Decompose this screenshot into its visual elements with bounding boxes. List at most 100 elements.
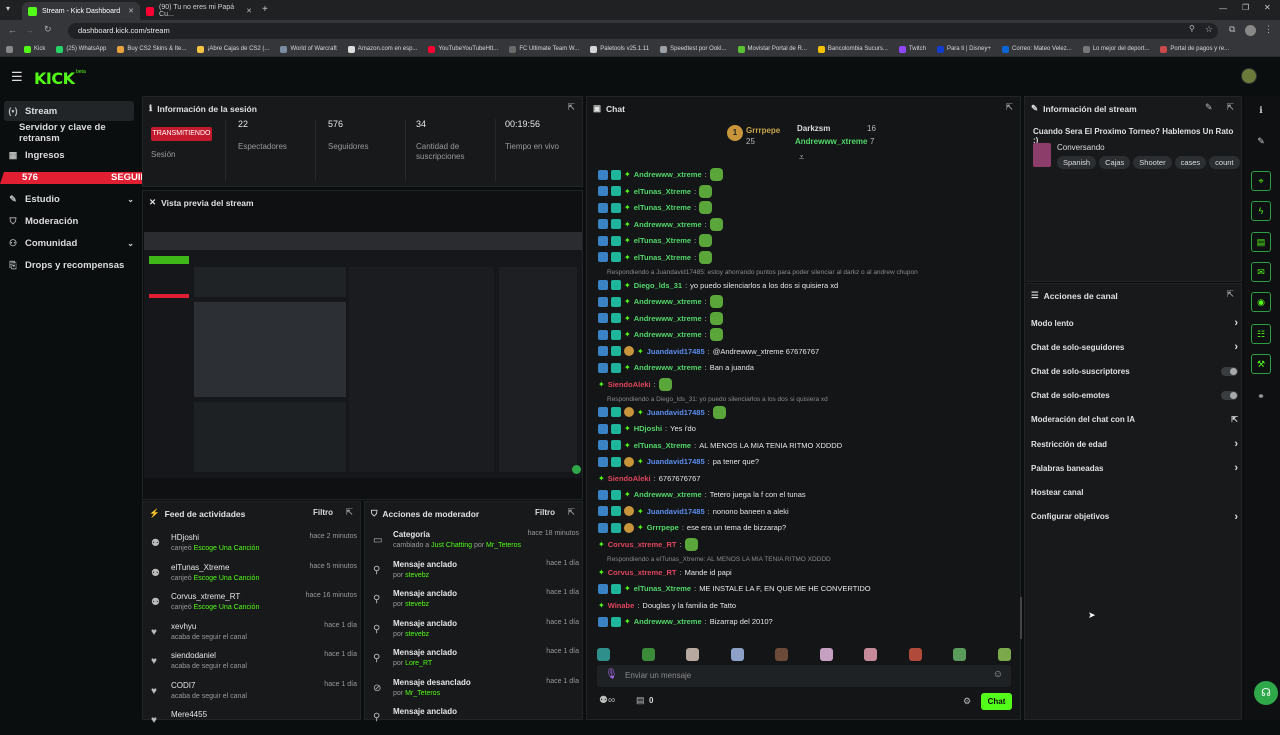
chat-message[interactable]: ✦ Grrrpepe: ese era un tema de bizzarap? — [598, 521, 786, 535]
chat-message[interactable]: ✦ Andrewww_xtreme: — [598, 168, 723, 182]
bookmark-item[interactable]: Bancolombia Sucurs... — [817, 45, 888, 53]
channel-action-1[interactable]: Chat de solo-seguidores › — [1031, 336, 1238, 358]
chat-username[interactable]: Andrewww_xtreme — [634, 170, 702, 179]
leader-name[interactable]: Andrewww_xtreme — [795, 137, 867, 146]
minimize-icon[interactable]: — — [1219, 4, 1227, 13]
hamburger-menu-icon[interactable]: ☰ — [11, 69, 23, 85]
reload-icon[interactable]: ↻ — [44, 24, 52, 35]
kick-logo[interactable]: KICK — [34, 69, 75, 88]
chat-bubble-icon[interactable]: ✉ — [1251, 262, 1271, 282]
quick-emote-icon[interactable] — [597, 648, 610, 661]
sidebar-item-moderation[interactable]: ⛉ Moderación — [8, 211, 79, 231]
bookmark-item[interactable]: FC Ultimate Team W... — [509, 45, 579, 53]
chat-message[interactable]: ✦ SiendoAleki:6767676767 — [598, 471, 700, 485]
expand-icon[interactable]: ⇱ — [1226, 102, 1234, 113]
feed-item[interactable]: ♥ siendodaniel acaba de seguir el canal hac… — [151, 648, 357, 676]
settings-gear-icon[interactable]: ⚙ — [963, 696, 971, 707]
sidebar-item-community[interactable]: ⚇ Comunidad ⌄ — [8, 233, 134, 253]
chat-message[interactable]: ✦ HDjoshi: Yes i'do — [598, 422, 696, 436]
apps-icon[interactable] — [6, 45, 13, 53]
tab-kick-dashboard[interactable]: Stream - Kick Dashboard ✕ — [22, 2, 140, 20]
chat-username[interactable]: Andrewww_xtreme — [634, 220, 702, 229]
document-icon[interactable]: ▤ — [1251, 232, 1271, 252]
emoji-icon[interactable]: ☺ — [993, 669, 1003, 680]
chat-username[interactable]: HDjoshi — [634, 424, 662, 433]
feed-item[interactable]: ♥ CODI7 acaba de seguir el canal hace 1 día — [151, 678, 357, 706]
quick-emote-icon[interactable] — [686, 648, 699, 661]
chat-message[interactable]: ✦ elTunas_Xtreme: — [598, 234, 713, 248]
chat-message[interactable]: ✦ elTunas_Xtreme: — [598, 250, 713, 264]
stream-video[interactable] — [144, 232, 582, 478]
bookmark-item[interactable]: Kick — [24, 45, 45, 53]
chat-message[interactable]: ✦ SiendoAleki: — [598, 377, 672, 391]
chat-message[interactable]: ✦ Juandavid17485: — [598, 405, 726, 419]
quick-emote-icon[interactable] — [730, 648, 744, 661]
feed-item[interactable]: ♥ xevhyu acaba de seguir el canal hace 1 dí… — [151, 619, 357, 647]
chat-username[interactable]: Juandavid17485 — [647, 507, 705, 516]
quick-emote-icon[interactable] — [864, 648, 877, 661]
bookmark-item[interactable]: Movistar Portal de R... — [737, 45, 807, 53]
bookmark-item[interactable]: YouTubeYouTubeHtt... — [428, 45, 498, 53]
filter-button[interactable]: Filtro — [535, 508, 555, 517]
menu-icon[interactable]: ⋮ — [1264, 24, 1273, 35]
bookmark-star-icon[interactable]: ☆ — [1205, 24, 1213, 35]
toggle-switch[interactable] — [1221, 391, 1238, 401]
zoom-icon[interactable]: ⚲ — [1189, 24, 1195, 33]
address-bar[interactable]: dashboard.kick.com/stream — [68, 23, 1218, 39]
chat-message[interactable]: ✦ Andrewww_xtreme: Ban a juanda — [598, 361, 754, 375]
channel-action-8[interactable]: Configurar objetivos › — [1031, 506, 1238, 528]
tab-youtube[interactable]: (90) Tu no eres mi Papá Cu... ✕ — [140, 2, 258, 20]
feed-user[interactable]: Mere4455 — [171, 710, 207, 719]
chat-username[interactable]: elTunas_Xtreme — [634, 584, 691, 593]
chat-message[interactable]: ✦ Corvus_xtreme_RT: — [598, 537, 698, 551]
chat-username[interactable]: Winabe — [608, 601, 635, 610]
chat-message[interactable]: ✦ Juandavid17485: @Andrewww_xtreme 6767676… — [598, 344, 819, 358]
close-window-icon[interactable]: ✕ — [1264, 3, 1271, 12]
channel-action-5[interactable]: Restricción de edad › — [1031, 433, 1238, 455]
sidebar-item-server-key[interactable]: Servidor y clave de retransm — [19, 122, 142, 144]
sidebar-item-stream[interactable]: (•) Stream — [8, 101, 57, 121]
chat-username[interactable]: Andrewww_xtreme — [634, 490, 702, 499]
filter-button[interactable]: Filtro — [313, 508, 333, 517]
leader-name[interactable]: Darkzsm — [797, 124, 830, 133]
bookmark-item[interactable]: Paletools v25.1.11 — [590, 45, 649, 53]
info-icon[interactable]: ℹ — [1251, 100, 1271, 120]
chat-username[interactable]: Juandavid17485 — [647, 408, 705, 417]
feed-user[interactable]: Corvus_xtreme_RT — [171, 592, 240, 601]
bolt-icon[interactable]: ϟ — [1251, 201, 1271, 221]
bookmark-item[interactable]: Correo: Mateo Velez... — [1002, 45, 1072, 53]
mod-action-item[interactable]: ▭ Categoría cambiado a Just Chatting por M… — [373, 527, 579, 555]
close-icon[interactable]: ✕ — [246, 7, 252, 15]
mod-action-item[interactable]: ⚲ Mensaje anclado por stevebz hace 1 día — [373, 616, 579, 644]
sidebar-item-studio[interactable]: ✎ Estudio ⌄ — [8, 189, 134, 209]
expand-icon[interactable]: ⇱ — [567, 102, 575, 113]
broadcast-icon[interactable]: ◉ — [1251, 292, 1271, 312]
chat-message[interactable]: ✦ Andrewww_xtreme: — [598, 217, 723, 231]
bookmark-item[interactable]: Speedtest por Ookl... — [660, 45, 727, 53]
chat-username[interactable]: elTunas_Xtreme — [634, 187, 691, 196]
chat-message[interactable]: ✦ elTunas_Xtreme: ME INSTALE LA F, EN QUE … — [598, 582, 871, 596]
bookmark-item[interactable]: World of Warcraft — [280, 45, 337, 53]
chat-username[interactable]: elTunas_Xtreme — [634, 203, 691, 212]
feed-user[interactable]: xevhyu — [171, 622, 196, 631]
extensions-icon[interactable]: ⧉ — [1229, 24, 1235, 35]
mod-action-item[interactable]: ⊘ Mensaje desanclado por Mr_Teteros hace 1 … — [373, 675, 579, 703]
chat-username[interactable]: Corvus_xtreme_RT — [608, 540, 677, 549]
pencil-icon[interactable]: ✎ — [1205, 102, 1213, 113]
feed-user[interactable]: elTunas_Xtreme — [171, 563, 229, 572]
feed-item[interactable]: ⚉ Corvus_xtreme_RT canjeó Escoge Una Canci… — [151, 589, 357, 617]
bookmark-item[interactable]: Portal de pagos y re... — [1160, 45, 1229, 53]
mod-action-item[interactable]: ⚲ Mensaje anclado — [373, 704, 579, 732]
back-icon[interactable]: ← — [8, 25, 17, 35]
chat-message[interactable]: ✦ Diego_lds_31: yo puedo silenciarlos a lo… — [598, 278, 838, 292]
close-icon[interactable]: ✕ — [128, 7, 134, 15]
sidebar-item-income[interactable]: ▦ Ingresos — [8, 145, 65, 165]
new-tab-icon[interactable]: + — [262, 4, 268, 15]
forward-icon[interactable]: → — [25, 25, 34, 35]
quick-emote-icon[interactable] — [908, 648, 922, 661]
quick-emote-icon[interactable] — [819, 648, 833, 661]
expand-icon[interactable]: ⇱ — [1226, 289, 1234, 300]
chat-message[interactable]: ✦ Juandavid17485: nonono baneen a aleki — [598, 504, 789, 518]
feed-user[interactable]: siendodaniel — [171, 651, 216, 660]
chat-username[interactable]: Juandavid17485 — [647, 457, 705, 466]
